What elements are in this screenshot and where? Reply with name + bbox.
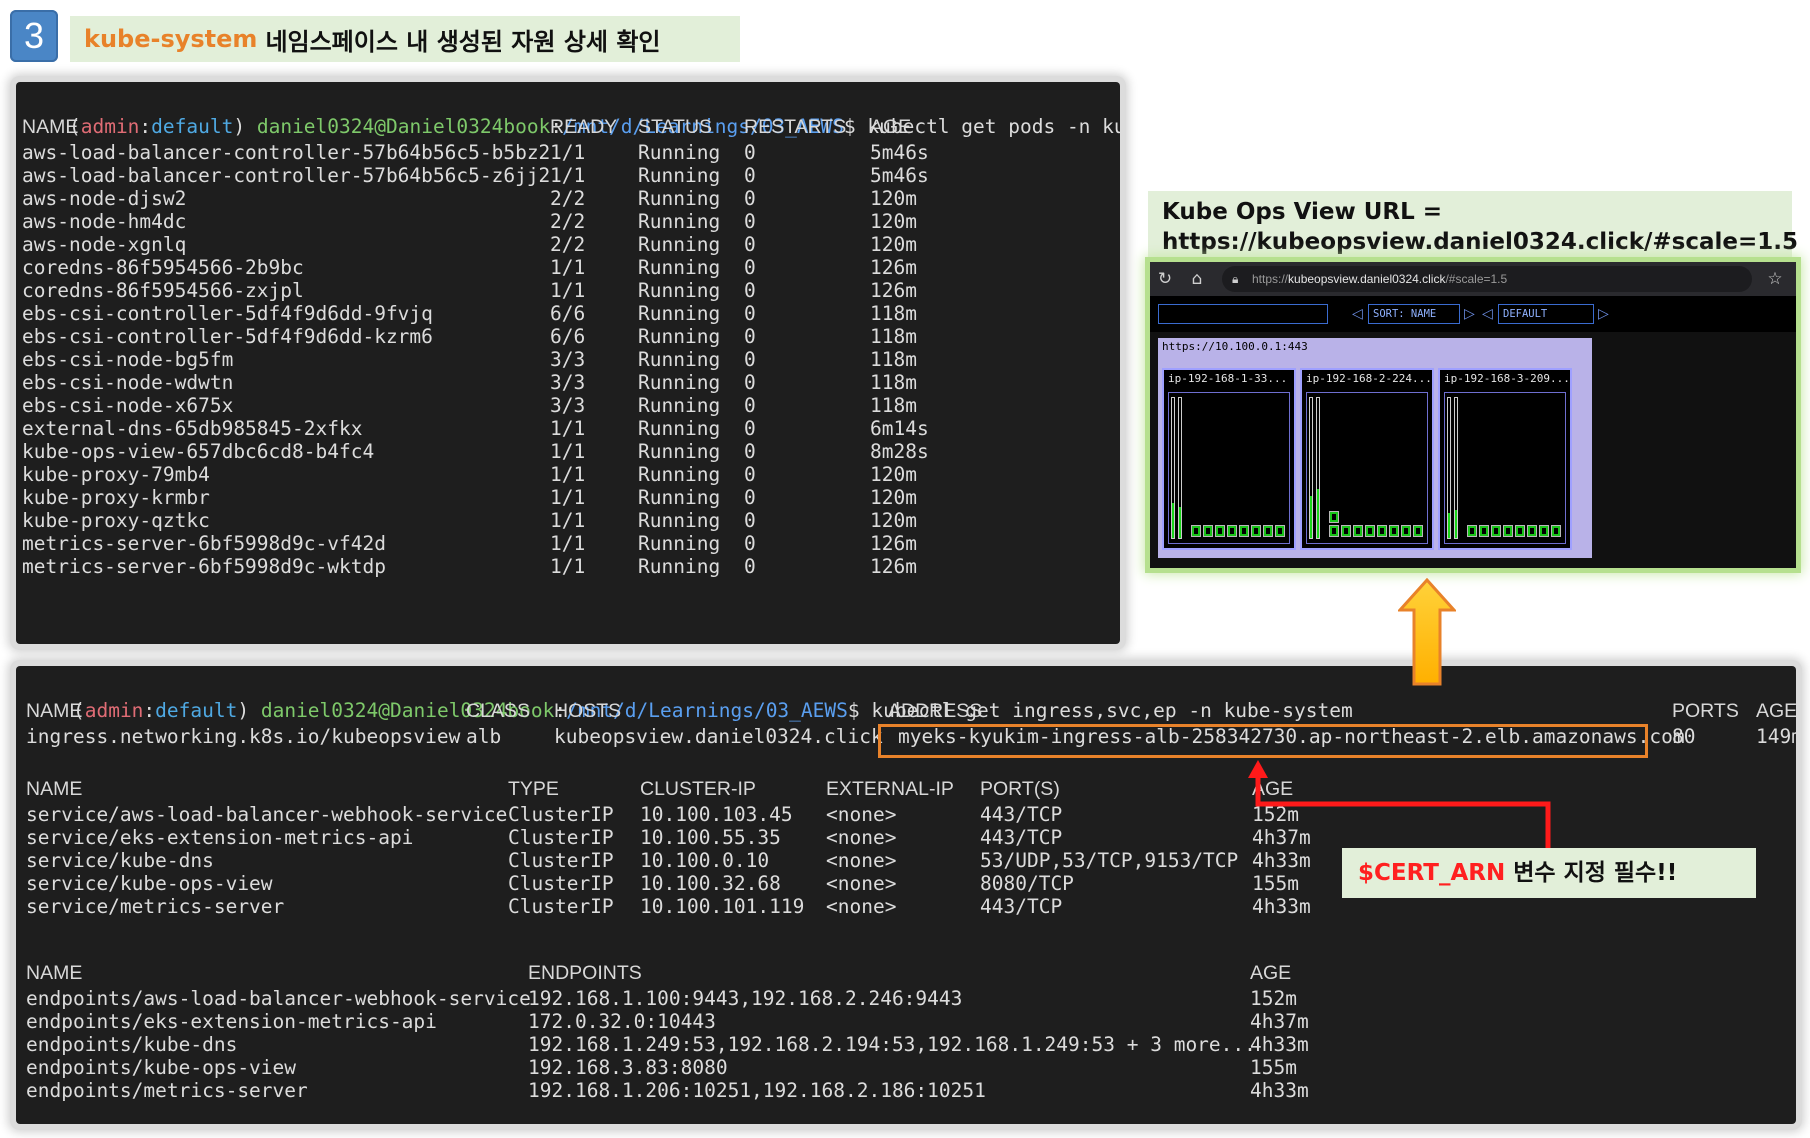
- up-arrow-icon: [1398, 578, 1456, 686]
- pod-row: metrics-server-6bf5998d9c-wktdp 1/1 Runnin…: [22, 555, 917, 578]
- section-title: kube-system 네임스페이스 내 생성된 자원 상세 확인: [70, 16, 740, 62]
- pod-square[interactable]: [1503, 525, 1513, 537]
- node-box[interactable]: ip-192-168-3-209...: [1438, 368, 1572, 550]
- theme-select[interactable]: DEFAULT: [1498, 304, 1594, 324]
- browser-window: ↻ ⌂ 🔒︎ https://kubeopsview.daniel0324.cl…: [1150, 262, 1796, 568]
- pod-square[interactable]: [1401, 525, 1411, 537]
- pod-square[interactable]: [1275, 525, 1285, 537]
- prompt-line: (admin:default) daniel0324@Daniel0324boo…: [72, 699, 1353, 722]
- resource-bar: [1178, 397, 1182, 539]
- kube-ops-view-toolbar: ◁ SORT: NAME ▷ ◁ DEFAULT ▷: [1150, 296, 1796, 332]
- theme-prev-icon[interactable]: ◁: [1482, 304, 1493, 324]
- browser-toolbar: ↻ ⌂ 🔒︎ https://kubeopsview.daniel0324.cl…: [1150, 262, 1796, 296]
- pod-square[interactable]: [1203, 525, 1213, 537]
- terminal-pods[interactable]: (admin:default) daniel0324@Daniel0324boo…: [16, 82, 1120, 644]
- pod-square[interactable]: [1413, 525, 1423, 537]
- pod-square[interactable]: [1515, 525, 1525, 537]
- kube-ops-view-url-label: Kube Ops View URL = https://kubeopsview.…: [1148, 191, 1798, 259]
- pod-square[interactable]: [1491, 525, 1501, 537]
- pod-square[interactable]: [1191, 525, 1201, 537]
- resource-bar: [1316, 397, 1320, 539]
- pods-table-header: NAME READY STATUS RESTARTS AGE: [22, 116, 912, 138]
- node-resources: [1306, 392, 1428, 544]
- pod-square[interactable]: [1479, 525, 1489, 537]
- reload-icon[interactable]: ↻: [1154, 268, 1176, 290]
- pod-square[interactable]: [1329, 525, 1339, 537]
- pod-square[interactable]: [1539, 525, 1549, 537]
- node-resources: [1444, 392, 1566, 544]
- pod-square[interactable]: [1527, 525, 1537, 537]
- node-box[interactable]: ip-192-168-1-33...: [1162, 368, 1296, 550]
- home-icon[interactable]: ⌂: [1186, 268, 1208, 290]
- pod-square[interactable]: [1353, 525, 1363, 537]
- cert-arn-note: $CERT_ARN 변수 지정 필수!!: [1342, 848, 1756, 898]
- sort-next-icon[interactable]: ▷: [1464, 304, 1475, 324]
- pod-square[interactable]: [1329, 511, 1339, 523]
- resource-bar: [1171, 397, 1175, 539]
- ingress-row: ingress.networking.k8s.io/kubeopsview al…: [26, 725, 1796, 748]
- pod-square[interactable]: [1251, 525, 1261, 537]
- cert-arn-variable: $CERT_ARN: [1358, 860, 1506, 886]
- prompt-line: (admin:default) daniel0324@Daniel0324boo…: [22, 88, 1120, 138]
- pod-square[interactable]: [1215, 525, 1225, 537]
- pod-square[interactable]: [1389, 525, 1399, 537]
- sort-prev-icon[interactable]: ◁: [1352, 304, 1363, 324]
- bookmark-star-icon[interactable]: ☆: [1764, 268, 1786, 290]
- svc-row: service/metrics-server ClusterIP 10.100.10…: [26, 895, 1311, 918]
- cluster-box[interactable]: https://10.100.0.1:443 ip-192-168-1-33..…: [1158, 338, 1592, 558]
- resource-bar: [1309, 397, 1313, 539]
- theme-next-icon[interactable]: ▷: [1598, 304, 1609, 324]
- ep-table-header: NAME ENDPOINTS AGE: [26, 962, 1292, 984]
- pod-square[interactable]: [1365, 525, 1375, 537]
- pod-square[interactable]: [1467, 525, 1477, 537]
- pod-square[interactable]: [1551, 525, 1561, 537]
- node-box[interactable]: ip-192-168-2-224...: [1300, 368, 1434, 550]
- step-number-badge: 3: [10, 10, 58, 62]
- filter-input[interactable]: [1158, 304, 1328, 324]
- pod-square[interactable]: [1239, 525, 1249, 537]
- sort-select[interactable]: SORT: NAME: [1368, 304, 1460, 324]
- pod-square[interactable]: [1263, 525, 1273, 537]
- svc-table-header: NAME TYPE CLUSTER-IP EXTERNAL-IP PORT(S)…: [26, 778, 1294, 800]
- title-text: 네임스페이스 내 생성된 자원 상세 확인: [265, 27, 661, 56]
- cluster-title: https://10.100.0.1:443: [1162, 340, 1308, 353]
- lock-icon: 🔒︎: [1232, 272, 1239, 286]
- title-namespace: kube-system: [84, 25, 258, 53]
- address-bar[interactable]: 🔒︎ https://kubeopsview.daniel0324.click/…: [1222, 266, 1752, 292]
- resource-bar: [1454, 397, 1458, 539]
- ingress-address: myeks-kyukim-ingress-alb-258342730.ap-no…: [898, 725, 1685, 748]
- pod-square[interactable]: [1341, 525, 1351, 537]
- ingress-table-header: NAME CLASS HOSTS ADDRESS PORTS AGE: [26, 700, 1796, 722]
- ep-row: endpoints/metrics-server 192.168.1.206:10…: [26, 1079, 1309, 1102]
- pod-square[interactable]: [1377, 525, 1387, 537]
- pod-square[interactable]: [1227, 525, 1237, 537]
- resource-bar: [1447, 397, 1451, 539]
- node-resources: [1168, 392, 1290, 544]
